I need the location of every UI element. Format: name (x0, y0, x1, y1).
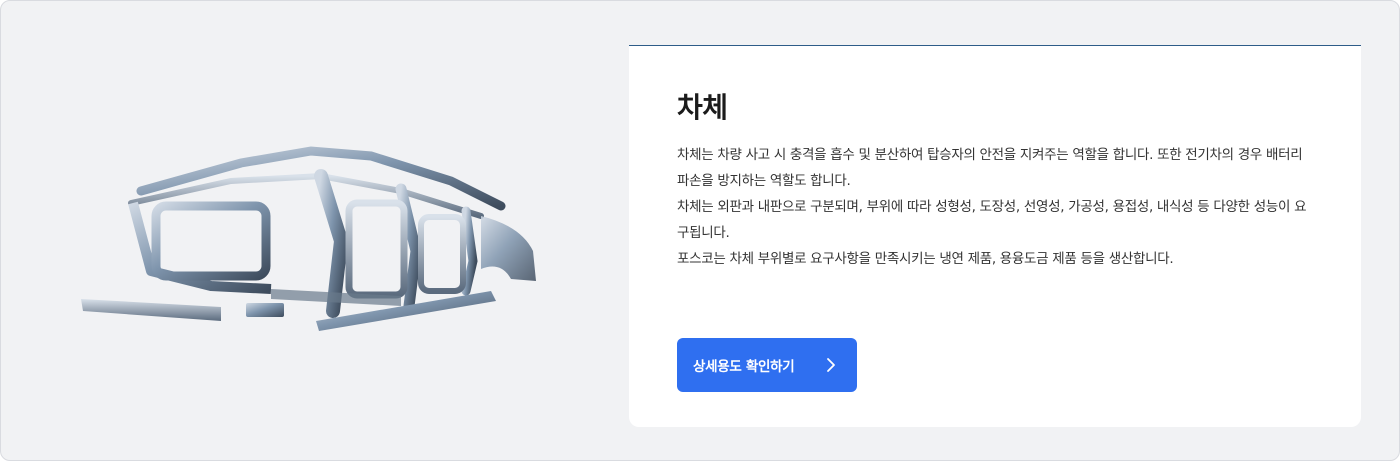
section-title: 차체 (677, 91, 728, 124)
description-paragraph: 차체는 차량 사고 시 충격을 흡수 및 분산하여 탑승자의 안전을 지켜주는 … (677, 147, 1303, 189)
detail-usage-button-label: 상세용도 확인하기 (693, 359, 795, 375)
car-body-image (71, 121, 551, 341)
description-paragraph: 포스코는 차체 부위별로 요구사항을 만족시키는 냉연 제품, 용융도금 제품 … (677, 251, 1174, 267)
product-section: 차체 차체는 차량 사고 시 충격을 흡수 및 분산하여 탑승자의 안전을 지켜… (0, 0, 1400, 461)
info-card: 차체 차체는 차량 사고 시 충격을 흡수 및 분산하여 탑승자의 안전을 지켜… (629, 45, 1361, 427)
chevron-right-icon (827, 358, 835, 372)
description-paragraph: 차체는 외판과 내판으로 구분되며, 부위에 따라 성형성, 도장성, 선영성,… (677, 199, 1307, 241)
detail-usage-button[interactable]: 상세용도 확인하기 (677, 338, 857, 392)
section-description: 차체는 차량 사고 시 충격을 흡수 및 분산하여 탑승자의 안전을 지켜주는 … (677, 142, 1317, 272)
